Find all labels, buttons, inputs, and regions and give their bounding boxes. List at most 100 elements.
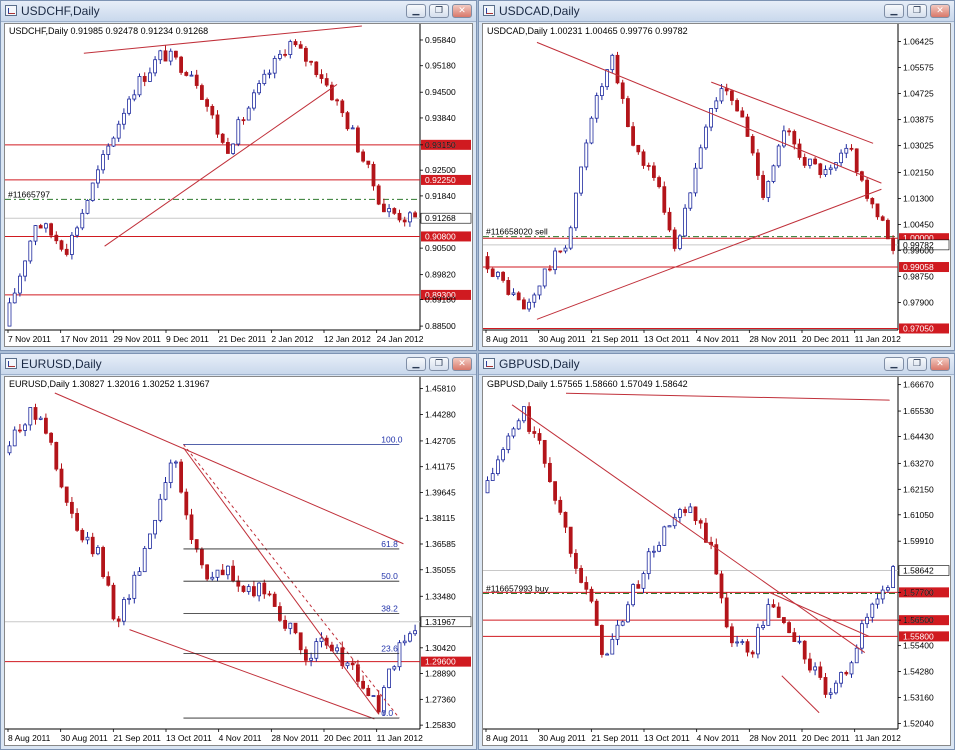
candle-body — [787, 622, 792, 634]
window-title: EURUSD,Daily — [21, 357, 102, 371]
close-icon[interactable]: ✕ — [452, 4, 472, 18]
candle-body — [366, 160, 371, 165]
price-axis-tick-label: 1.35055 — [425, 565, 456, 575]
candle-body — [568, 227, 573, 249]
order-line-label: #11665797 — [8, 189, 50, 199]
minimize-icon[interactable]: ▁ — [884, 4, 904, 18]
date-axis-tick-label: 30 Aug 2011 — [539, 733, 586, 743]
candle-body — [33, 407, 38, 420]
date-axis-tick-label: 20 Dec 2011 — [802, 733, 850, 743]
candle-body — [12, 292, 17, 304]
price-chart[interactable]: 0.93150 0.92250 0.90800 0.89300 0.91268 #1166… — [4, 23, 473, 347]
candle-body — [537, 285, 542, 296]
candle-body — [277, 53, 282, 59]
price-axis-tick-label: 0.92500 — [425, 165, 456, 175]
candle-body — [761, 624, 766, 629]
candle-body — [797, 143, 802, 158]
candle-body — [168, 50, 173, 62]
price-axis-tick-label: 0.89180 — [425, 295, 456, 305]
candle-body — [220, 569, 225, 576]
price-axis-tick-label: 0.88500 — [425, 321, 456, 331]
gbpusd-chart-window[interactable]: GBPUSD,Daily ▁ ❐ ✕ 1.57700 1.56500 1.55800… — [478, 353, 955, 750]
candle-body — [407, 212, 412, 223]
candle-body — [298, 632, 303, 651]
candle-body — [132, 94, 137, 100]
candle-body — [23, 424, 28, 431]
date-axis-tick-label: 21 Sep 2011 — [591, 733, 639, 743]
candle-body — [59, 240, 64, 250]
candle-body — [288, 622, 293, 629]
candle-body — [683, 207, 688, 237]
candle-body — [563, 247, 568, 252]
candle-body — [880, 589, 885, 600]
candle-body — [495, 271, 500, 277]
candle-body — [641, 573, 646, 589]
close-icon[interactable]: ✕ — [930, 4, 950, 18]
close-icon[interactable]: ✕ — [930, 357, 950, 371]
candle-body — [231, 143, 236, 154]
candle-body — [75, 227, 79, 236]
price-axis-tick-label: 1.61050 — [903, 510, 934, 520]
window-titlebar[interactable]: EURUSD,Daily ▁ ❐ ✕ — [1, 354, 476, 375]
candle-body — [54, 441, 59, 470]
candle-body — [7, 302, 12, 327]
candle-body — [657, 177, 662, 188]
candle-body — [194, 539, 199, 550]
usdcad-chart-window[interactable]: USDCAD,Daily ▁ ❐ ✕ 1.00000 0.99058 0.97050… — [478, 0, 955, 351]
candle-body — [527, 301, 531, 310]
candle-body — [818, 666, 823, 678]
price-chart[interactable]: 1.00000 0.99058 0.97050 0.99782 #116658020 s… — [482, 23, 951, 347]
price-axis-tick-label: 1.57700 — [903, 587, 934, 597]
usdchf-chart-window[interactable]: USDCHF,Daily ▁ ❐ ✕ 0.93150 0.92250 0.90800… — [0, 0, 477, 351]
close-icon[interactable]: ✕ — [452, 357, 472, 371]
restore-icon[interactable]: ❐ — [907, 357, 927, 371]
candle-body — [147, 72, 152, 82]
candle-body — [257, 582, 262, 597]
restore-icon[interactable]: ❐ — [907, 4, 927, 18]
candle-body — [703, 126, 708, 149]
candle-body — [600, 624, 604, 655]
candle-body — [605, 653, 609, 656]
date-axis-tick-label: 11 Jan 2012 — [855, 334, 901, 344]
candle-body — [719, 88, 724, 102]
candle-body — [485, 480, 490, 494]
candle-body — [740, 641, 745, 644]
candle-body — [28, 407, 33, 426]
price-axis-tick-label: 1.33480 — [425, 591, 456, 601]
trendline — [781, 675, 820, 714]
candle-body — [220, 133, 225, 143]
candle-body — [750, 136, 755, 154]
candle-body — [600, 86, 604, 97]
candle-body — [293, 41, 298, 46]
window-titlebar[interactable]: USDCAD,Daily ▁ ❐ ✕ — [479, 1, 954, 22]
candle-body — [236, 580, 241, 587]
candle-body — [548, 462, 552, 483]
price-axis-tick-label: 1.36585 — [425, 539, 456, 549]
minimize-icon[interactable]: ▁ — [884, 357, 904, 371]
window-title: USDCHF,Daily — [21, 4, 100, 18]
candle-body — [158, 498, 163, 521]
candle-body — [189, 74, 194, 77]
minimize-icon[interactable]: ▁ — [406, 357, 426, 371]
window-titlebar[interactable]: GBPUSD,Daily ▁ ❐ ✕ — [479, 354, 954, 375]
candle-body — [688, 192, 693, 209]
date-axis-tick-label: 28 Nov 2011 — [749, 334, 797, 344]
eurusd-chart-window[interactable]: EURUSD,Daily ▁ ❐ ✕ 1.29600 1.31967 100.0 61… — [0, 353, 477, 750]
minimize-icon[interactable]: ▁ — [406, 4, 426, 18]
candle-body — [163, 50, 168, 62]
candle-body — [620, 621, 625, 626]
candle-body — [698, 147, 703, 169]
candle-body — [90, 182, 95, 201]
candle-body — [683, 509, 688, 513]
candle-body — [402, 640, 407, 644]
candle-body — [397, 642, 402, 668]
candle-body — [501, 271, 506, 281]
candle-body — [568, 526, 573, 554]
candle-body — [729, 626, 734, 644]
price-chart[interactable]: 1.57700 1.56500 1.55800 1.58642 #116657993 b… — [482, 376, 951, 746]
candle-body — [839, 152, 844, 164]
restore-icon[interactable]: ❐ — [429, 4, 449, 18]
price-chart[interactable]: 1.29600 1.31967 100.0 61.8 50.0 38.2 23.6 0.0 1.… — [4, 376, 473, 746]
window-titlebar[interactable]: USDCHF,Daily ▁ ❐ ✕ — [1, 1, 476, 22]
restore-icon[interactable]: ❐ — [429, 357, 449, 371]
